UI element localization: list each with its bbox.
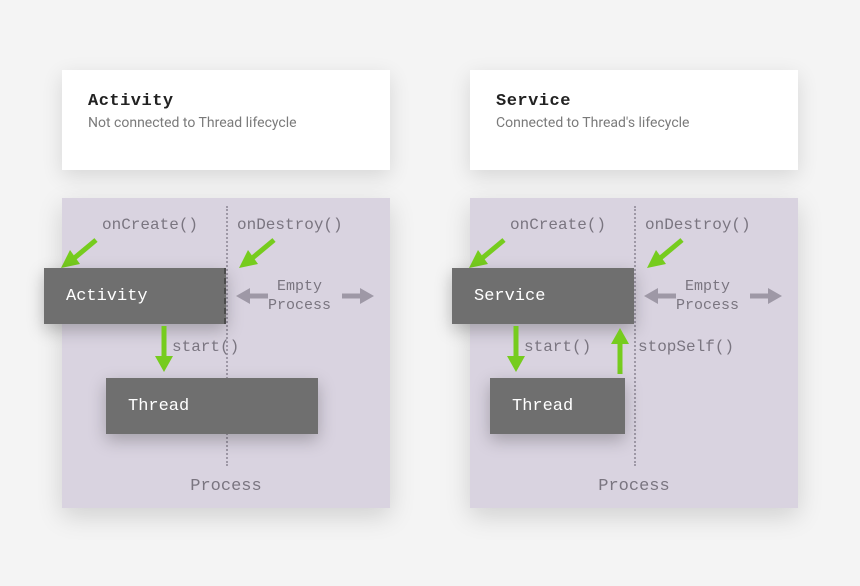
start-label: start() bbox=[524, 338, 591, 356]
arrow-left-gray-icon bbox=[234, 284, 270, 308]
service-panel: Service Connected to Thread's lifecycle bbox=[470, 70, 798, 170]
arrow-stopself-icon bbox=[608, 324, 632, 376]
oncreate-label: onCreate() bbox=[510, 216, 606, 234]
activity-panel-title: Activity bbox=[88, 92, 364, 111]
stopself-label: stopSelf() bbox=[638, 338, 734, 356]
arrow-right-gray-icon bbox=[340, 284, 376, 308]
thread-box: Thread bbox=[490, 378, 625, 434]
arrow-left-gray-icon bbox=[642, 284, 678, 308]
arrow-right-gray-icon bbox=[748, 284, 784, 308]
oncreate-label: onCreate() bbox=[102, 216, 198, 234]
activity-box: Activity bbox=[44, 268, 226, 324]
service-diagram: onCreate() onDestroy() Service Empty Pro… bbox=[470, 198, 798, 508]
process-label: Process bbox=[62, 477, 390, 496]
ondestroy-label: onDestroy() bbox=[645, 216, 751, 234]
lifecycle-divider bbox=[634, 206, 636, 466]
ondestroy-label: onDestroy() bbox=[237, 216, 343, 234]
empty-process-label: Empty Process bbox=[676, 278, 739, 316]
service-box: Service bbox=[452, 268, 634, 324]
start-label: start() bbox=[172, 338, 239, 356]
activity-diagram: onCreate() onDestroy() Activity Empty Pr… bbox=[62, 198, 390, 508]
service-panel-title: Service bbox=[496, 92, 772, 111]
activity-panel-subtitle: Not connected to Thread lifecycle bbox=[88, 115, 364, 131]
arrow-ondestroy-icon bbox=[234, 234, 284, 274]
arrow-ondestroy-icon bbox=[642, 234, 692, 274]
activity-panel: Activity Not connected to Thread lifecyc… bbox=[62, 70, 390, 170]
service-panel-subtitle: Connected to Thread's lifecycle bbox=[496, 115, 772, 131]
empty-process-label: Empty Process bbox=[268, 278, 331, 316]
thread-box: Thread bbox=[106, 378, 318, 434]
process-label: Process bbox=[470, 477, 798, 496]
thread-box-label: Thread bbox=[128, 397, 189, 416]
thread-box-label: Thread bbox=[512, 397, 573, 416]
activity-box-label: Activity bbox=[66, 287, 148, 306]
service-box-label: Service bbox=[474, 287, 545, 306]
